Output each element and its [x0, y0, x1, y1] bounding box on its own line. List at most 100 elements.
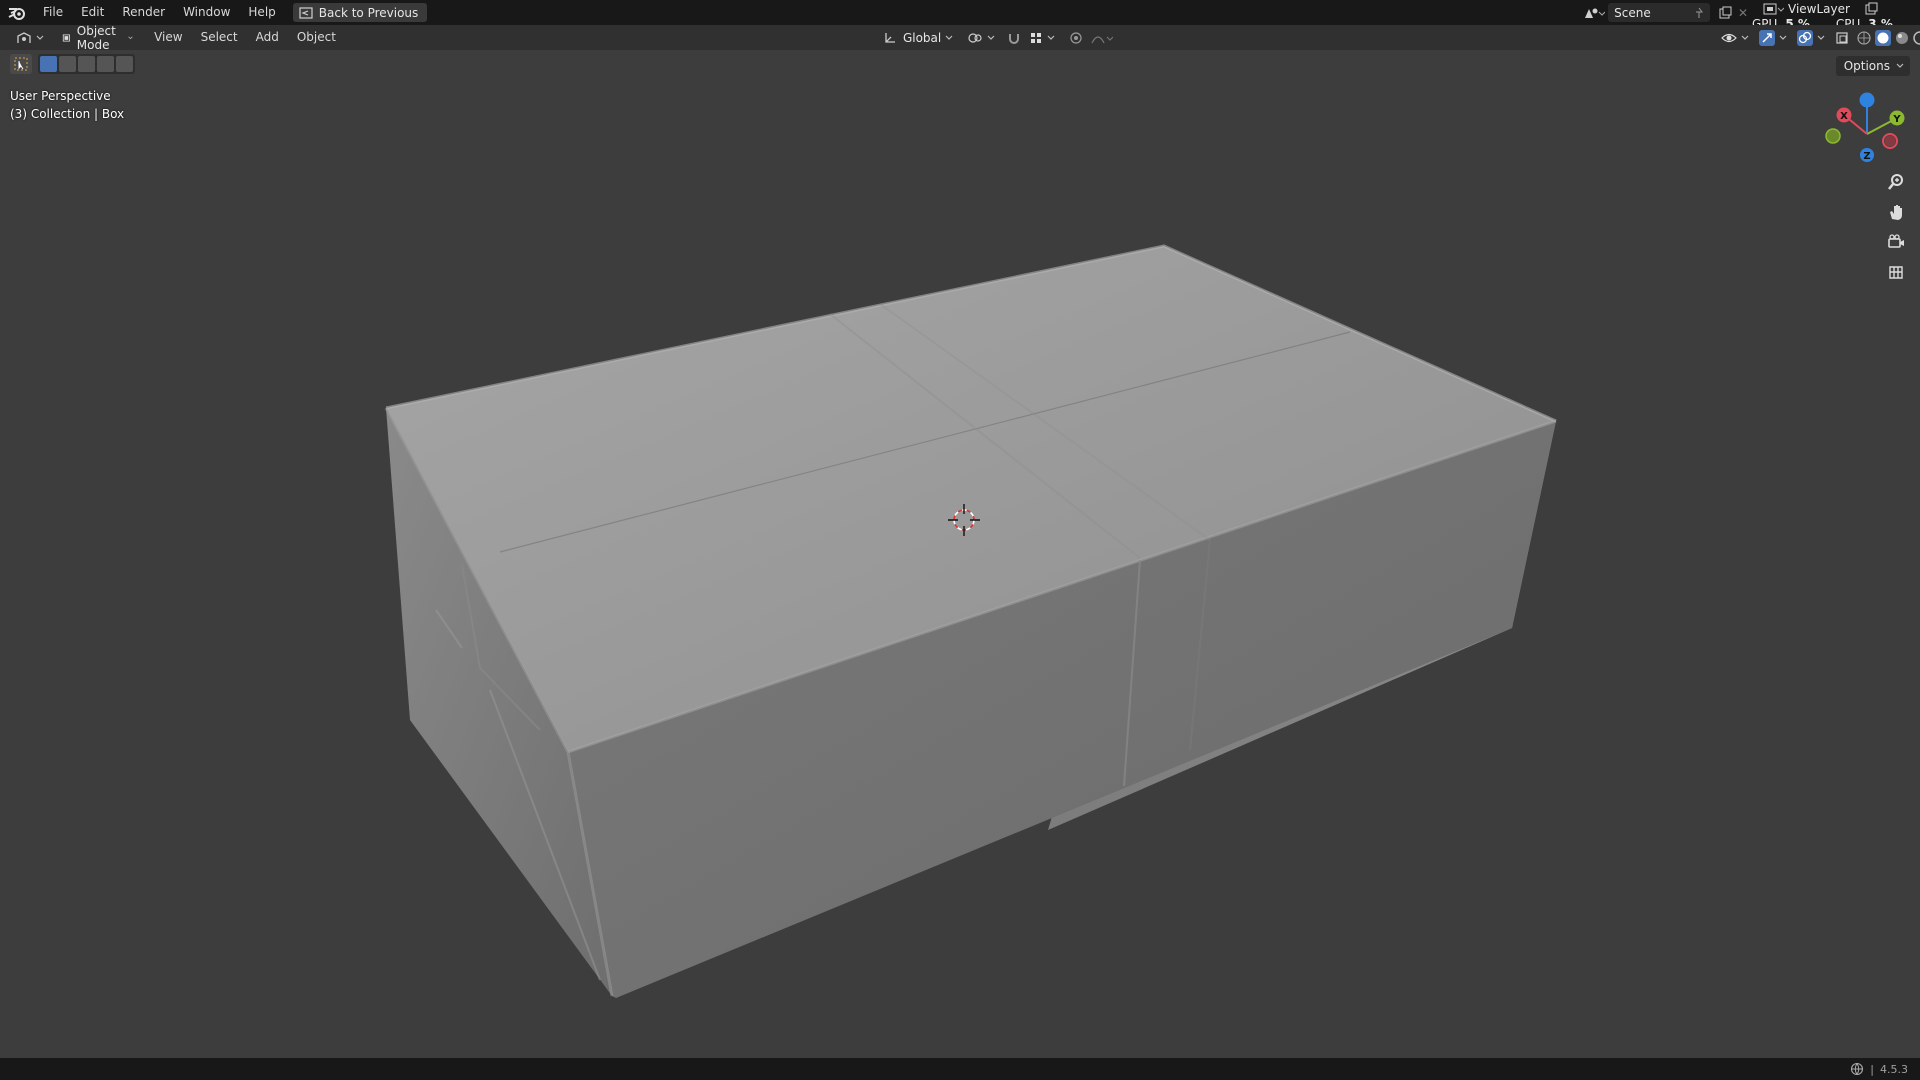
snap-target-icon	[1031, 32, 1042, 43]
falloff-icon	[1091, 35, 1114, 43]
zoom-icon	[1888, 174, 1903, 190]
select-subtract-button[interactable]	[78, 56, 95, 72]
new-scene-icon[interactable]	[1718, 6, 1732, 20]
version-info: | 4.5.3	[1850, 1062, 1908, 1076]
overlay-icon	[1797, 29, 1814, 46]
viewport-info: User Perspective (3) Collection | Box	[10, 87, 124, 123]
object-mode-dropdown[interactable]: Object Mode	[58, 24, 137, 52]
snap-toggle[interactable]	[1003, 27, 1025, 48]
editor-type-dropdown[interactable]	[12, 27, 48, 48]
chevron-down-icon	[1817, 35, 1825, 40]
wireframe-shading-icon[interactable]	[1857, 30, 1871, 45]
chevron-down-icon	[1047, 35, 1055, 40]
select-invert-button[interactable]	[97, 56, 114, 72]
collection-info-label: (3) Collection | Box	[10, 107, 125, 121]
viewport-header: Object Mode View Select Add Object Globa…	[0, 24, 1920, 52]
select-new-button[interactable]	[40, 56, 57, 72]
select-tool-button[interactable]	[10, 54, 32, 74]
scene-type-icon[interactable]	[1583, 6, 1608, 20]
chevron-down-icon	[987, 35, 995, 40]
material-shading-icon[interactable]	[1895, 31, 1909, 45]
back-to-previous-button[interactable]: Back to Previous	[292, 3, 428, 22]
status-bar: | 4.5.3	[0, 1058, 1920, 1080]
scene-name: Scene	[1614, 5, 1651, 20]
chevron-down-icon	[945, 35, 953, 40]
navigation-gizmo[interactable]: Y X Z	[1822, 88, 1912, 178]
separator: |	[1870, 1062, 1874, 1076]
back-icon	[299, 6, 313, 19]
axis-z-positive[interactable]	[1859, 92, 1875, 108]
chevron-down-icon	[1896, 63, 1904, 68]
transform-orientation-dropdown[interactable]: Global	[879, 27, 957, 48]
delete-scene-icon[interactable]: ✕	[1738, 6, 1748, 20]
proportional-edit-icon	[1070, 31, 1082, 44]
proportional-falloff-dropdown[interactable]	[1087, 27, 1117, 48]
axis-x-label: X	[1840, 111, 1848, 122]
chevron-down-icon	[1779, 35, 1787, 40]
menu-object[interactable]: Object	[288, 25, 345, 50]
options-label: Options	[1843, 59, 1890, 73]
camera-view-button[interactable]	[1881, 228, 1911, 256]
projection-toggle-button[interactable]	[1881, 258, 1911, 286]
menu-edit[interactable]: Edit	[72, 0, 113, 25]
chevron-down-icon	[36, 35, 44, 40]
tool-settings-row	[10, 54, 135, 74]
axis-y-label: Y	[1892, 114, 1901, 125]
main-menu: File Edit Render Window Help	[34, 0, 285, 25]
snap-target-dropdown[interactable]	[1025, 27, 1059, 48]
select-intersect-button[interactable]	[116, 56, 133, 72]
proportional-edit-toggle[interactable]	[1065, 27, 1087, 48]
rendered-shading-icon[interactable]	[1913, 30, 1920, 45]
chevron-down-icon	[128, 35, 133, 39]
visibility-icon	[1721, 33, 1738, 42]
menu-help[interactable]: Help	[239, 0, 284, 25]
back-to-previous-label: Back to Previous	[318, 5, 419, 20]
xray-toggle[interactable]	[1831, 27, 1853, 48]
new-view-layer-icon[interactable]	[1864, 2, 1878, 16]
3d-cursor-icon[interactable]	[944, 500, 984, 540]
object-mode-label: Object Mode	[76, 23, 116, 52]
box-object[interactable]	[0, 50, 1920, 1058]
selection-mode-group	[38, 54, 135, 74]
pivot-point-dropdown[interactable]	[963, 27, 999, 48]
gizmo-toggle[interactable]	[1755, 27, 1791, 48]
gizmo-icon	[1759, 29, 1776, 46]
menu-render[interactable]: Render	[113, 0, 174, 25]
menu-window[interactable]: Window	[174, 0, 239, 25]
menu-add[interactable]: Add	[247, 25, 288, 50]
chevron-down-icon	[1741, 35, 1749, 40]
view-perspective-label: User Perspective	[10, 89, 111, 103]
pan-button[interactable]	[1881, 198, 1911, 226]
snap-icon	[1009, 33, 1020, 44]
options-dropdown[interactable]: Options	[1835, 56, 1910, 76]
transform-orientation-icon	[885, 32, 895, 43]
cursor-icon	[14, 57, 28, 71]
menu-file[interactable]: File	[34, 0, 72, 25]
zoom-button[interactable]	[1881, 168, 1911, 196]
overlay-toggle[interactable]	[1793, 27, 1829, 48]
object-mode-icon	[62, 33, 70, 42]
menu-select[interactable]: Select	[192, 25, 247, 50]
shading-modes[interactable]	[1853, 27, 1920, 48]
axis-y-negative[interactable]	[1825, 128, 1841, 144]
version-label: 4.5.3	[1880, 1062, 1908, 1076]
grid-icon	[1889, 266, 1903, 279]
editor-type-icon	[17, 31, 31, 43]
globe-icon[interactable]	[1850, 1062, 1864, 1076]
view-layer-selector[interactable]: ViewLayer	[1762, 2, 1878, 16]
view-layer-name: ViewLayer	[1788, 2, 1850, 16]
pin-icon[interactable]	[1694, 7, 1704, 19]
visibility-dropdown[interactable]	[1717, 27, 1753, 48]
view-layer-icon[interactable]	[1762, 2, 1788, 16]
select-extend-button[interactable]	[59, 56, 76, 72]
scene-selector[interactable]: Scene ✕	[1583, 2, 1748, 23]
3d-viewport[interactable]	[0, 50, 1920, 1058]
camera-icon	[1888, 234, 1904, 248]
solid-shading-icon[interactable]	[1875, 29, 1892, 46]
menu-view[interactable]: View	[145, 25, 191, 50]
axis-z-label: Z	[1863, 151, 1870, 162]
scene-name-field[interactable]: Scene	[1608, 3, 1710, 22]
transform-orientation-label: Global	[902, 30, 942, 45]
blender-logo-icon[interactable]	[0, 0, 34, 25]
pan-icon	[1890, 205, 1902, 220]
